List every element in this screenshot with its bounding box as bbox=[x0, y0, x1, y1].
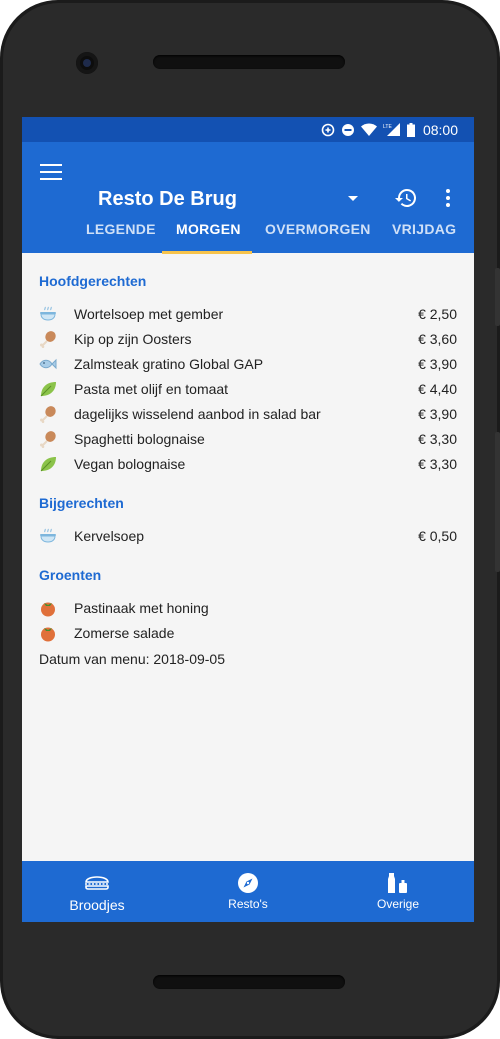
menu-item-name: Zalmsteak gratino Global GAP bbox=[74, 355, 264, 372]
tomato-icon bbox=[39, 624, 57, 642]
data-saver-icon bbox=[321, 123, 335, 137]
nav-broodjes-label: Broodjes bbox=[69, 897, 125, 913]
menu-icon[interactable] bbox=[40, 164, 62, 180]
tab-overmorgen[interactable]: OVERMORGEN bbox=[265, 221, 371, 253]
more-options-icon[interactable] bbox=[446, 189, 450, 210]
tab-vrijdag[interactable]: VRIJDAG bbox=[392, 221, 456, 253]
sandwich-icon bbox=[84, 872, 110, 894]
nav-overige-label: Overige bbox=[376, 897, 420, 911]
nav-overige[interactable]: Overige bbox=[353, 861, 443, 922]
lte-signal-icon: LTE bbox=[383, 123, 401, 136]
nav-restos-label: Resto's bbox=[228, 897, 268, 911]
nav-restos[interactable]: Resto's bbox=[203, 861, 293, 922]
top-speaker bbox=[153, 55, 345, 69]
tab-morgen[interactable]: MORGEN bbox=[176, 221, 241, 253]
menu-item: Spaghetti bolognaise € 3,30 bbox=[39, 426, 457, 451]
menu-item-name: Kip op zijn Oosters bbox=[74, 330, 192, 347]
screen: LTE 08:00 Resto De Brug LEGENDE MORGEN O… bbox=[22, 117, 474, 922]
fish-icon bbox=[39, 355, 57, 373]
volume-button bbox=[495, 432, 500, 572]
menu-item-name: Wortelsoep met gember bbox=[74, 305, 224, 322]
leaf-icon bbox=[39, 455, 57, 473]
chicken-leg-icon bbox=[39, 330, 57, 348]
do-not-disturb-icon bbox=[341, 123, 355, 137]
status-bar: LTE 08:00 bbox=[22, 117, 474, 142]
section-title-bijgerechten: Bijgerechten bbox=[39, 495, 124, 511]
menu-item: Zomerse salade bbox=[39, 620, 457, 645]
menu-item-name: Zomerse salade bbox=[74, 624, 175, 641]
nav-broodjes[interactable]: Broodjes bbox=[52, 861, 142, 922]
power-button bbox=[495, 268, 500, 326]
history-icon[interactable] bbox=[394, 186, 418, 215]
menu-item-price: € 3,30 bbox=[418, 455, 457, 472]
menu-item: Kip op zijn Oosters € 3,60 bbox=[39, 326, 457, 351]
battery-icon bbox=[406, 122, 415, 137]
menu-item-price: € 3,90 bbox=[418, 405, 457, 422]
chicken-leg-icon bbox=[39, 405, 57, 423]
menu-item-name: dagelijks wisselend aanbod in salad bar bbox=[74, 405, 321, 422]
menu-item: Pastinaak met honing bbox=[39, 595, 457, 620]
compass-icon bbox=[237, 872, 259, 894]
bottom-navigation: Broodjes Resto's Overige bbox=[22, 861, 474, 922]
soup-icon bbox=[39, 527, 57, 545]
menu-item-name: Pasta met olijf en tomaat bbox=[74, 380, 229, 397]
wifi-icon bbox=[360, 123, 377, 136]
dropdown-caret-icon[interactable] bbox=[348, 196, 358, 201]
section-title-groenten: Groenten bbox=[39, 567, 102, 583]
svg-text:LTE: LTE bbox=[383, 124, 392, 130]
status-time: 08:00 bbox=[422, 121, 458, 138]
menu-item-name: Spaghetti bolognaise bbox=[74, 430, 205, 447]
menu-item-name: Kervelsoep bbox=[74, 527, 145, 544]
menu-item-price: € 3,60 bbox=[418, 330, 457, 347]
menu-content: Hoofdgerechten Wortelsoep met gember € 2… bbox=[22, 253, 474, 667]
menu-item: dagelijks wisselend aanbod in salad bar … bbox=[39, 401, 457, 426]
menu-item-name: Vegan bolognaise bbox=[74, 455, 186, 472]
bottles-icon bbox=[387, 872, 409, 894]
front-camera bbox=[76, 52, 98, 74]
menu-item-price: € 2,50 bbox=[418, 305, 457, 322]
menu-item: Pasta met olijf en tomaat € 4,40 bbox=[39, 376, 457, 401]
menu-item: Kervelsoep € 0,50 bbox=[39, 523, 457, 548]
menu-item: Zalmsteak gratino Global GAP € 3,90 bbox=[39, 351, 457, 376]
bottom-speaker bbox=[153, 975, 345, 989]
tab-legende[interactable]: LEGENDE bbox=[86, 221, 156, 253]
app-bar: Resto De Brug LEGENDE MORGEN OVERMORGEN … bbox=[22, 142, 474, 254]
menu-item: Wortelsoep met gember € 2,50 bbox=[39, 301, 457, 326]
menu-item: Vegan bolognaise € 3,30 bbox=[39, 451, 457, 476]
menu-item-price: € 3,30 bbox=[418, 430, 457, 447]
menu-date: Datum van menu: 2018-09-05 bbox=[39, 651, 225, 667]
menu-item-name: Pastinaak met honing bbox=[74, 599, 209, 616]
phone-frame: LTE 08:00 Resto De Brug LEGENDE MORGEN O… bbox=[0, 0, 500, 1039]
menu-item-price: € 0,50 bbox=[418, 527, 457, 544]
menu-item-price: € 3,90 bbox=[418, 355, 457, 372]
section-title-hoofdgerechten: Hoofdgerechten bbox=[39, 273, 147, 289]
tab-indicator bbox=[162, 251, 252, 254]
menu-item-price: € 4,40 bbox=[418, 380, 457, 397]
soup-icon bbox=[39, 305, 57, 323]
day-tabs: LEGENDE MORGEN OVERMORGEN VRIJDAG bbox=[22, 221, 474, 253]
tomato-icon bbox=[39, 599, 57, 617]
leaf-icon bbox=[39, 380, 57, 398]
restaurant-title[interactable]: Resto De Brug bbox=[98, 188, 237, 211]
chicken-leg-icon bbox=[39, 430, 57, 448]
